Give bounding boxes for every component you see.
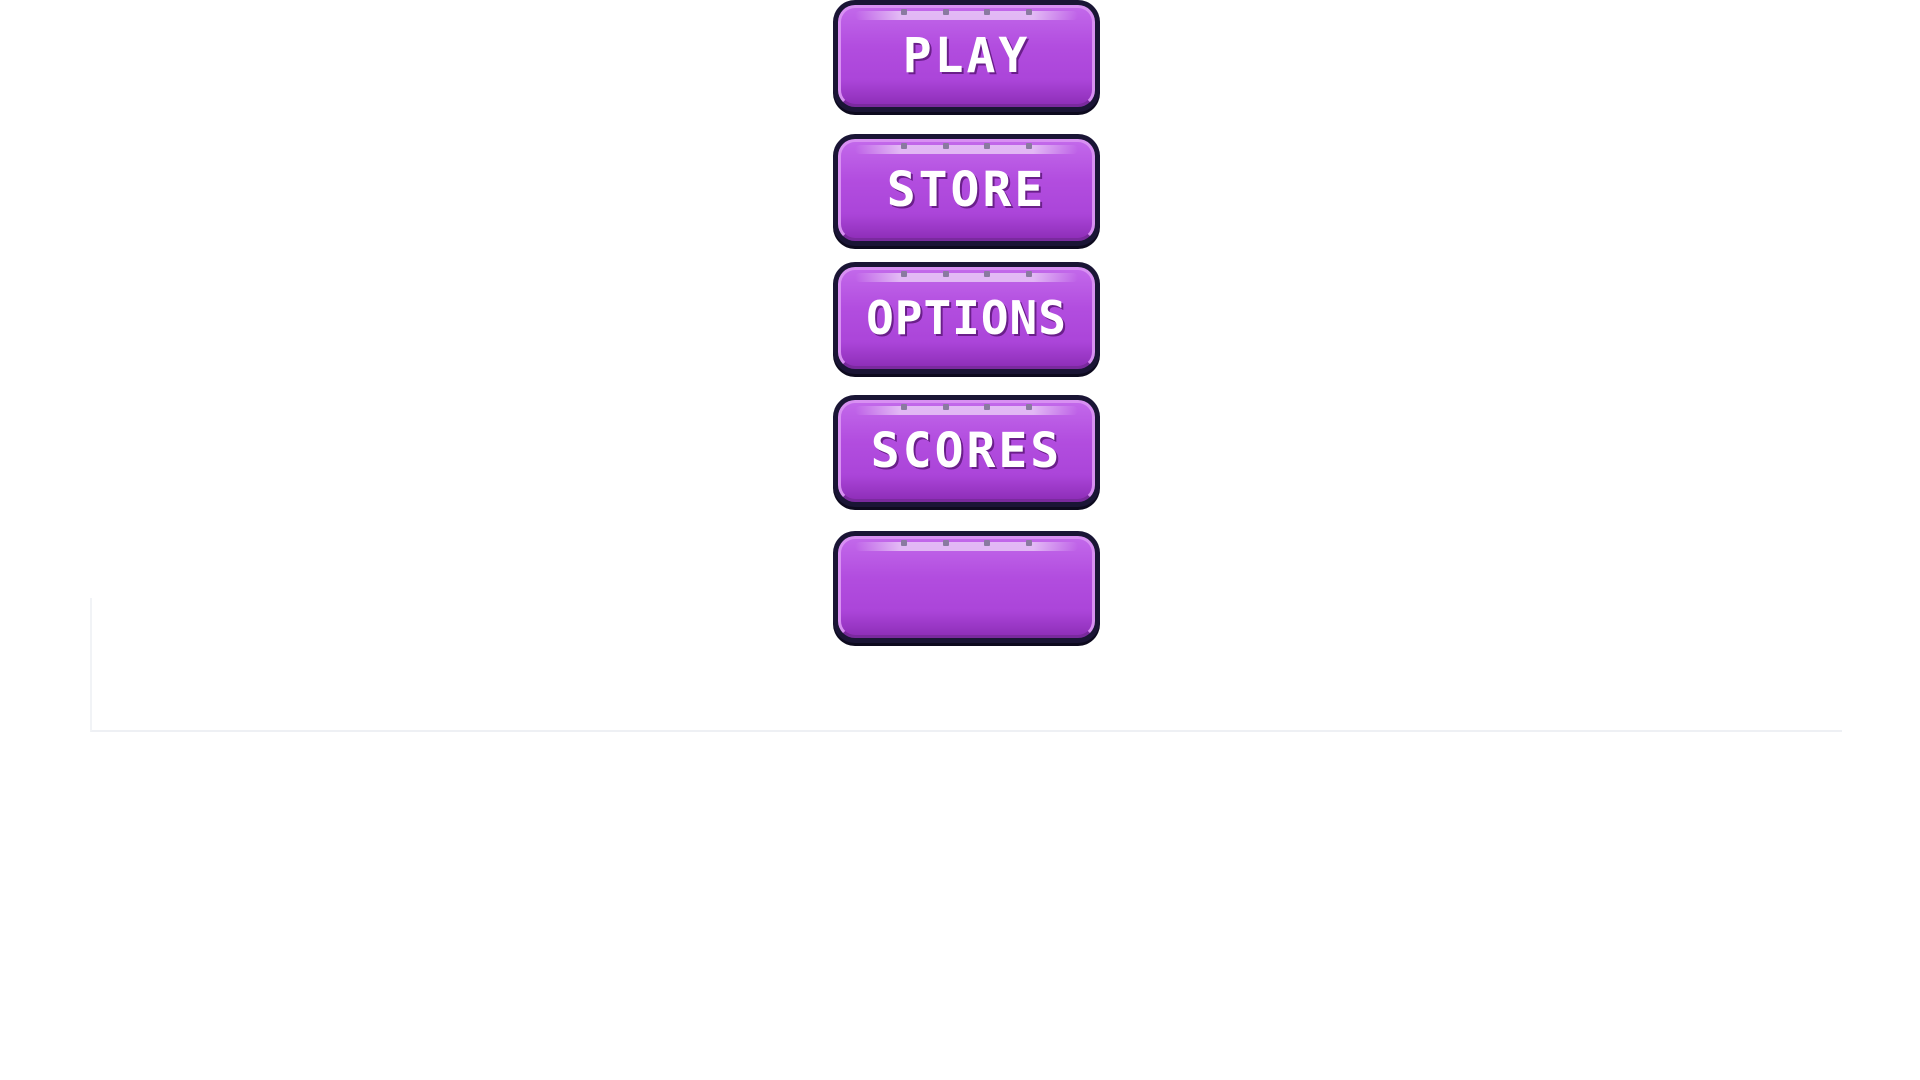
play-button-face: PLAY xyxy=(838,5,1095,107)
options-button-face: OPTIONS xyxy=(838,267,1095,369)
play-button[interactable]: PLAY xyxy=(833,0,1100,112)
store-button-label: STORE xyxy=(886,162,1047,218)
button-rivets xyxy=(901,540,1032,546)
blank-menu-button[interactable] xyxy=(833,531,1100,643)
scores-button[interactable]: SCORES xyxy=(833,395,1100,507)
scores-button-face: SCORES xyxy=(838,400,1095,502)
button-rivets xyxy=(901,404,1032,410)
button-rivets xyxy=(901,143,1032,149)
options-button-label: OPTIONS xyxy=(866,291,1067,345)
button-rivets xyxy=(901,271,1032,277)
blank-button-face xyxy=(838,536,1095,638)
game-main-menu-screen: PLAY STORE OPTIONS SCORES xyxy=(0,0,1920,1080)
options-button[interactable]: OPTIONS xyxy=(833,262,1100,374)
main-menu: PLAY STORE OPTIONS SCORES xyxy=(833,0,1100,660)
store-button[interactable]: STORE xyxy=(833,134,1100,246)
button-rivets xyxy=(901,9,1032,15)
scores-button-label: SCORES xyxy=(870,423,1063,479)
store-button-face: STORE xyxy=(838,139,1095,241)
play-button-label: PLAY xyxy=(902,28,1031,84)
